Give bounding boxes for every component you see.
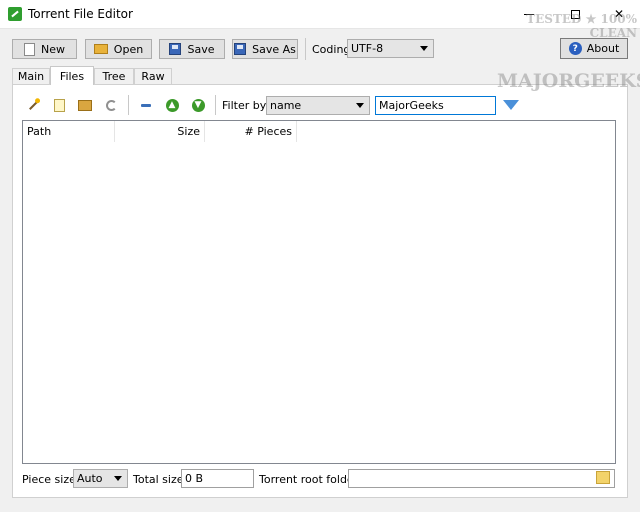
save-as-button[interactable]: Save As	[232, 39, 298, 59]
tab-tree-label: Tree	[102, 70, 126, 83]
toolbar-separator	[305, 38, 306, 60]
move-up-icon: ▲	[165, 98, 179, 112]
piece-size-select[interactable]: Auto	[73, 469, 128, 488]
save-button-label: Save	[187, 42, 215, 56]
open-button-label: Open	[113, 42, 144, 56]
column-header-pieces[interactable]: # Pieces	[205, 121, 297, 142]
tab-raw[interactable]: Raw	[134, 68, 172, 84]
save-icon	[169, 43, 182, 55]
total-size-field[interactable]	[181, 469, 254, 488]
column-header-size[interactable]: Size	[115, 121, 205, 142]
filter-input[interactable]	[375, 96, 496, 115]
save-as-icon	[234, 43, 247, 55]
chevron-down-icon	[114, 476, 122, 481]
remove-icon	[141, 103, 151, 107]
files-table[interactable]: Path Size # Pieces	[22, 120, 616, 464]
chevron-down-icon	[420, 46, 428, 51]
chevron-down-icon	[356, 103, 364, 108]
watermark: TESTED ★ 100% CLEAN MAJORGEEKS	[497, 12, 640, 92]
add-file-icon	[53, 98, 65, 112]
magic-wand-icon	[29, 100, 39, 110]
new-button-label: New	[41, 42, 65, 56]
filter-field-select[interactable]: name	[266, 96, 370, 115]
tab-raw-label: Raw	[141, 70, 165, 83]
tab-main[interactable]: Main	[12, 68, 50, 84]
piece-size-value: Auto	[77, 472, 103, 485]
app-icon	[8, 7, 22, 21]
watermark-line2: MAJORGEEKS	[497, 70, 640, 92]
move-up-button[interactable]: ▲	[164, 97, 180, 113]
tab-files[interactable]: Files	[50, 66, 94, 85]
refresh-button[interactable]	[103, 97, 119, 113]
new-file-icon	[24, 42, 35, 56]
window-title: Torrent File Editor	[28, 7, 133, 21]
save-button[interactable]: Save	[159, 39, 225, 59]
apply-filter-button[interactable]	[503, 97, 519, 113]
add-folder-icon	[78, 99, 92, 111]
column-header-path[interactable]: Path	[23, 121, 115, 142]
save-as-button-label: Save As	[252, 42, 296, 56]
filter-by-label: Filter by	[222, 99, 267, 112]
add-folder-button[interactable]	[77, 97, 93, 113]
open-folder-icon	[93, 44, 108, 54]
tab-files-label: Files	[59, 69, 85, 83]
funnel-icon	[503, 100, 519, 110]
add-file-button[interactable]	[51, 97, 67, 113]
root-folder-input[interactable]	[348, 469, 615, 488]
piece-size-label: Piece size	[22, 473, 76, 486]
magic-wand-button[interactable]	[26, 97, 42, 113]
tab-main-label: Main	[17, 70, 45, 83]
move-down-icon: ▼	[191, 98, 205, 112]
watermark-line1: TESTED ★ 100% CLEAN	[526, 12, 637, 40]
refresh-icon	[105, 99, 117, 111]
tab-tree[interactable]: Tree	[94, 68, 134, 84]
files-toolbar-separator	[128, 95, 129, 115]
files-toolbar-separator-2	[215, 95, 216, 115]
new-button[interactable]: New	[12, 39, 77, 59]
coding-select[interactable]: UTF-8	[347, 39, 434, 58]
remove-button[interactable]	[138, 97, 154, 113]
coding-label: Coding	[312, 43, 351, 56]
total-size-label: Total size	[133, 473, 184, 486]
root-folder-label: Torrent root folder	[259, 473, 359, 486]
browse-folder-icon[interactable]	[596, 471, 610, 484]
filter-field-value: name	[270, 99, 302, 112]
coding-value: UTF-8	[351, 42, 384, 55]
move-down-button[interactable]: ▼	[190, 97, 206, 113]
open-button[interactable]: Open	[85, 39, 152, 59]
